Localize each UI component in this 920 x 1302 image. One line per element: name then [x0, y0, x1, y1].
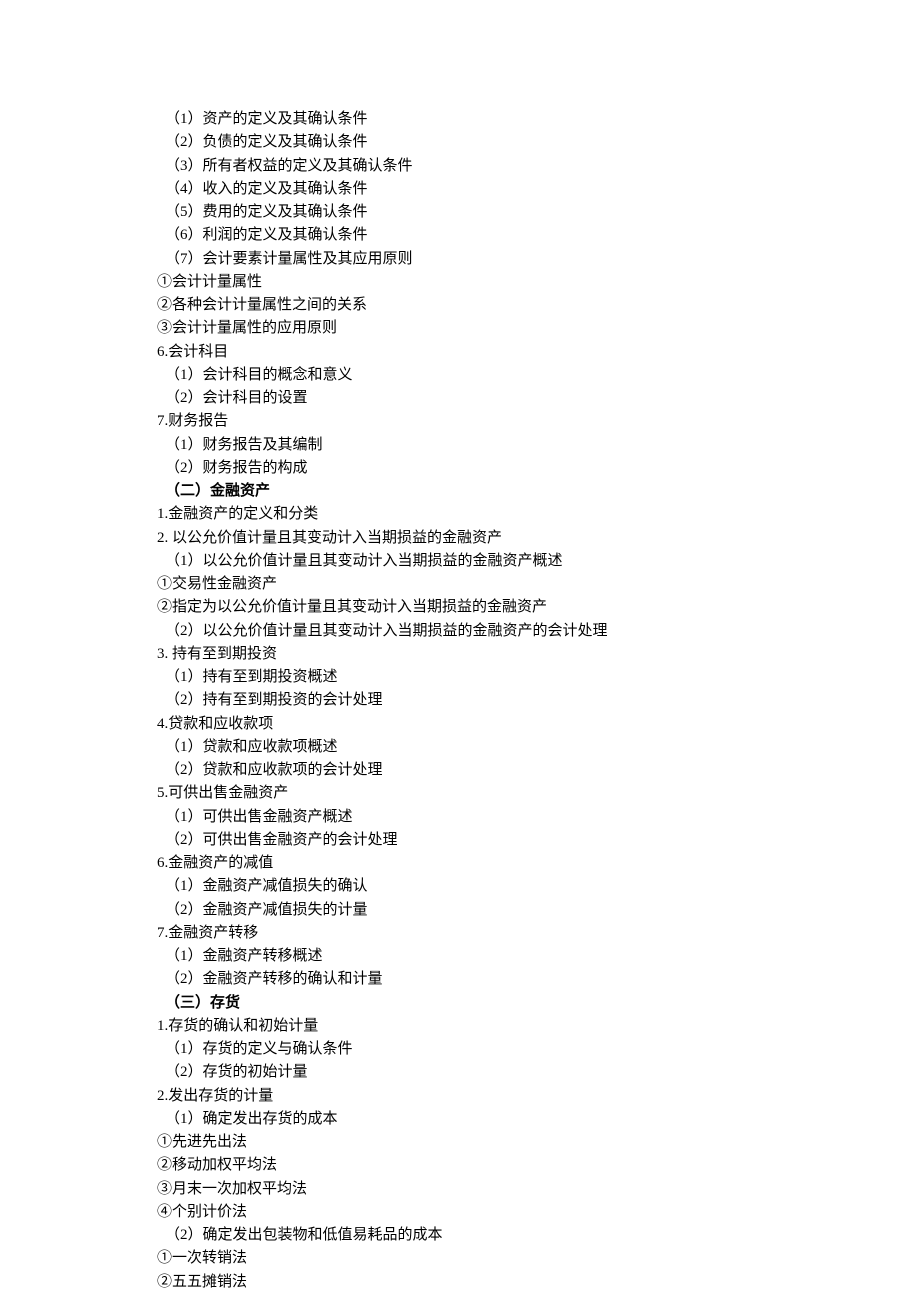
outline-line: （2）存货的初始计量	[157, 1061, 920, 1084]
outline-line: （1）资产的定义及其确认条件	[157, 108, 920, 131]
outline-line: （7）会计要素计量属性及其应用原则	[157, 248, 920, 271]
outline-line: 7.金融资产转移	[157, 922, 920, 945]
outline-line: 7.财务报告	[157, 410, 920, 433]
outline-line: （1）存货的定义与确认条件	[157, 1038, 920, 1061]
outline-line: （2）会计科目的设置	[157, 387, 920, 410]
outline-line: （1）可供出售金融资产概述	[157, 806, 920, 829]
outline-line: ③月末一次加权平均法	[157, 1178, 920, 1201]
outline-line: ①会计计量属性	[157, 271, 920, 294]
outline-line: （2）财务报告的构成	[157, 457, 920, 480]
outline-line: 4.贷款和应收款项	[157, 713, 920, 736]
outline-line: （1）以公允价值计量且其变动计入当期损益的金融资产概述	[157, 550, 920, 573]
outline-line: （2）可供出售金融资产的会计处理	[157, 829, 920, 852]
outline-line: 5.可供出售金融资产	[157, 782, 920, 805]
outline-line: （2）持有至到期投资的会计处理	[157, 689, 920, 712]
outline-line: （1）持有至到期投资概述	[157, 666, 920, 689]
outline-line: （1）金融资产减值损失的确认	[157, 875, 920, 898]
outline-line: （2）贷款和应收款项的会计处理	[157, 759, 920, 782]
outline-line: 1.金融资产的定义和分类	[157, 503, 920, 526]
outline-line: （2）金融资产转移的确认和计量	[157, 968, 920, 991]
section-heading: （二）金融资产	[157, 480, 920, 503]
outline-line: 3. 持有至到期投资	[157, 643, 920, 666]
outline-line: ②五五摊销法	[157, 1271, 920, 1294]
outline-line: ①一次转销法	[157, 1247, 920, 1270]
outline-line: ②指定为以公允价值计量且其变动计入当期损益的金融资产	[157, 596, 920, 619]
outline-line: ②各种会计计量属性之间的关系	[157, 294, 920, 317]
outline-line: ④个别计价法	[157, 1201, 920, 1224]
outline-line: （2）负债的定义及其确认条件	[157, 131, 920, 154]
outline-line: 6.金融资产的减值	[157, 852, 920, 875]
outline-line: ①交易性金融资产	[157, 573, 920, 596]
outline-line: （3）所有者权益的定义及其确认条件	[157, 155, 920, 178]
outline-line: （1）会计科目的概念和意义	[157, 364, 920, 387]
outline-line: 2.发出存货的计量	[157, 1085, 920, 1108]
outline-line: 6.会计科目	[157, 341, 920, 364]
section-heading: （三）存货	[157, 992, 920, 1015]
outline-line: （4）收入的定义及其确认条件	[157, 178, 920, 201]
outline-line: （2）金融资产减值损失的计量	[157, 899, 920, 922]
outline-content: （1）资产的定义及其确认条件（2）负债的定义及其确认条件（3）所有者权益的定义及…	[157, 108, 920, 1294]
outline-line: ①先进先出法	[157, 1131, 920, 1154]
outline-line: （1）金融资产转移概述	[157, 945, 920, 968]
document-page: （1）资产的定义及其确认条件（2）负债的定义及其确认条件（3）所有者权益的定义及…	[0, 0, 920, 1302]
outline-line: 1.存货的确认和初始计量	[157, 1015, 920, 1038]
outline-line: ③会计计量属性的应用原则	[157, 317, 920, 340]
outline-line: （5）费用的定义及其确认条件	[157, 201, 920, 224]
outline-line: （6）利润的定义及其确认条件	[157, 224, 920, 247]
outline-line: （1）贷款和应收款项概述	[157, 736, 920, 759]
outline-line: 2. 以公允价值计量且其变动计入当期损益的金融资产	[157, 527, 920, 550]
outline-line: （1）确定发出存货的成本	[157, 1108, 920, 1131]
outline-line: （2）确定发出包装物和低值易耗品的成本	[157, 1224, 920, 1247]
outline-line: （2）以公允价值计量且其变动计入当期损益的金融资产的会计处理	[157, 620, 920, 643]
outline-line: （1）财务报告及其编制	[157, 434, 920, 457]
outline-line: ②移动加权平均法	[157, 1154, 920, 1177]
